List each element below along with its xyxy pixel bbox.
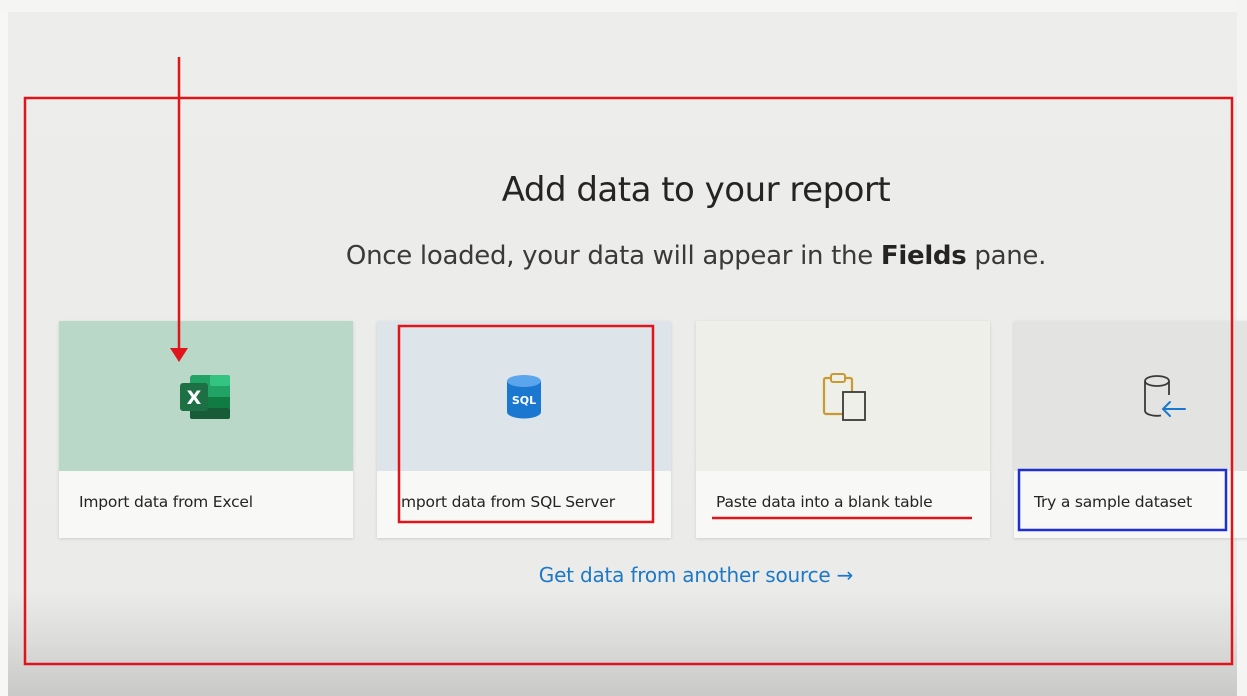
card-thumbnail: SQL <box>377 321 671 471</box>
excel-icon: X <box>180 375 230 419</box>
clipboard-paste-icon <box>822 373 866 421</box>
left-edge <box>0 0 8 696</box>
card-import-excel[interactable]: X Import data from Excel <box>59 321 353 538</box>
card-import-sql-server[interactable]: SQL mport data from SQL Server <box>377 321 671 538</box>
get-data-other-source-link[interactable]: Get data from another source → <box>0 563 1247 587</box>
card-sample-dataset[interactable]: Try a sample dataset <box>1014 321 1247 538</box>
fields-pane-term: Fields <box>880 241 967 271</box>
card-label: mport data from SQL Server <box>401 493 615 511</box>
sql-text: SQL <box>512 394 536 407</box>
card-label: Try a sample dataset <box>1034 493 1192 511</box>
card-paste-blank-table[interactable]: Paste data into a blank table <box>696 321 990 538</box>
top-strip <box>0 0 1247 12</box>
card-label: Paste data into a blank table <box>716 493 933 511</box>
dialog-subtitle: Once loaded, your data will appear in th… <box>0 241 1247 271</box>
sample-dataset-icon <box>1144 375 1186 417</box>
card-thumbnail <box>1014 321 1247 471</box>
subtitle-text-after: pane. <box>966 241 1047 271</box>
subtitle-text-before: Once loaded, your data will appear in th… <box>345 241 881 271</box>
dialog-title: Add data to your report <box>501 170 891 210</box>
excel-letter: X <box>187 387 202 409</box>
card-thumbnail <box>696 321 990 471</box>
sql-database-icon: SQL <box>507 375 541 419</box>
card-label: Import data from Excel <box>79 493 253 511</box>
card-thumbnail: X <box>59 321 353 471</box>
